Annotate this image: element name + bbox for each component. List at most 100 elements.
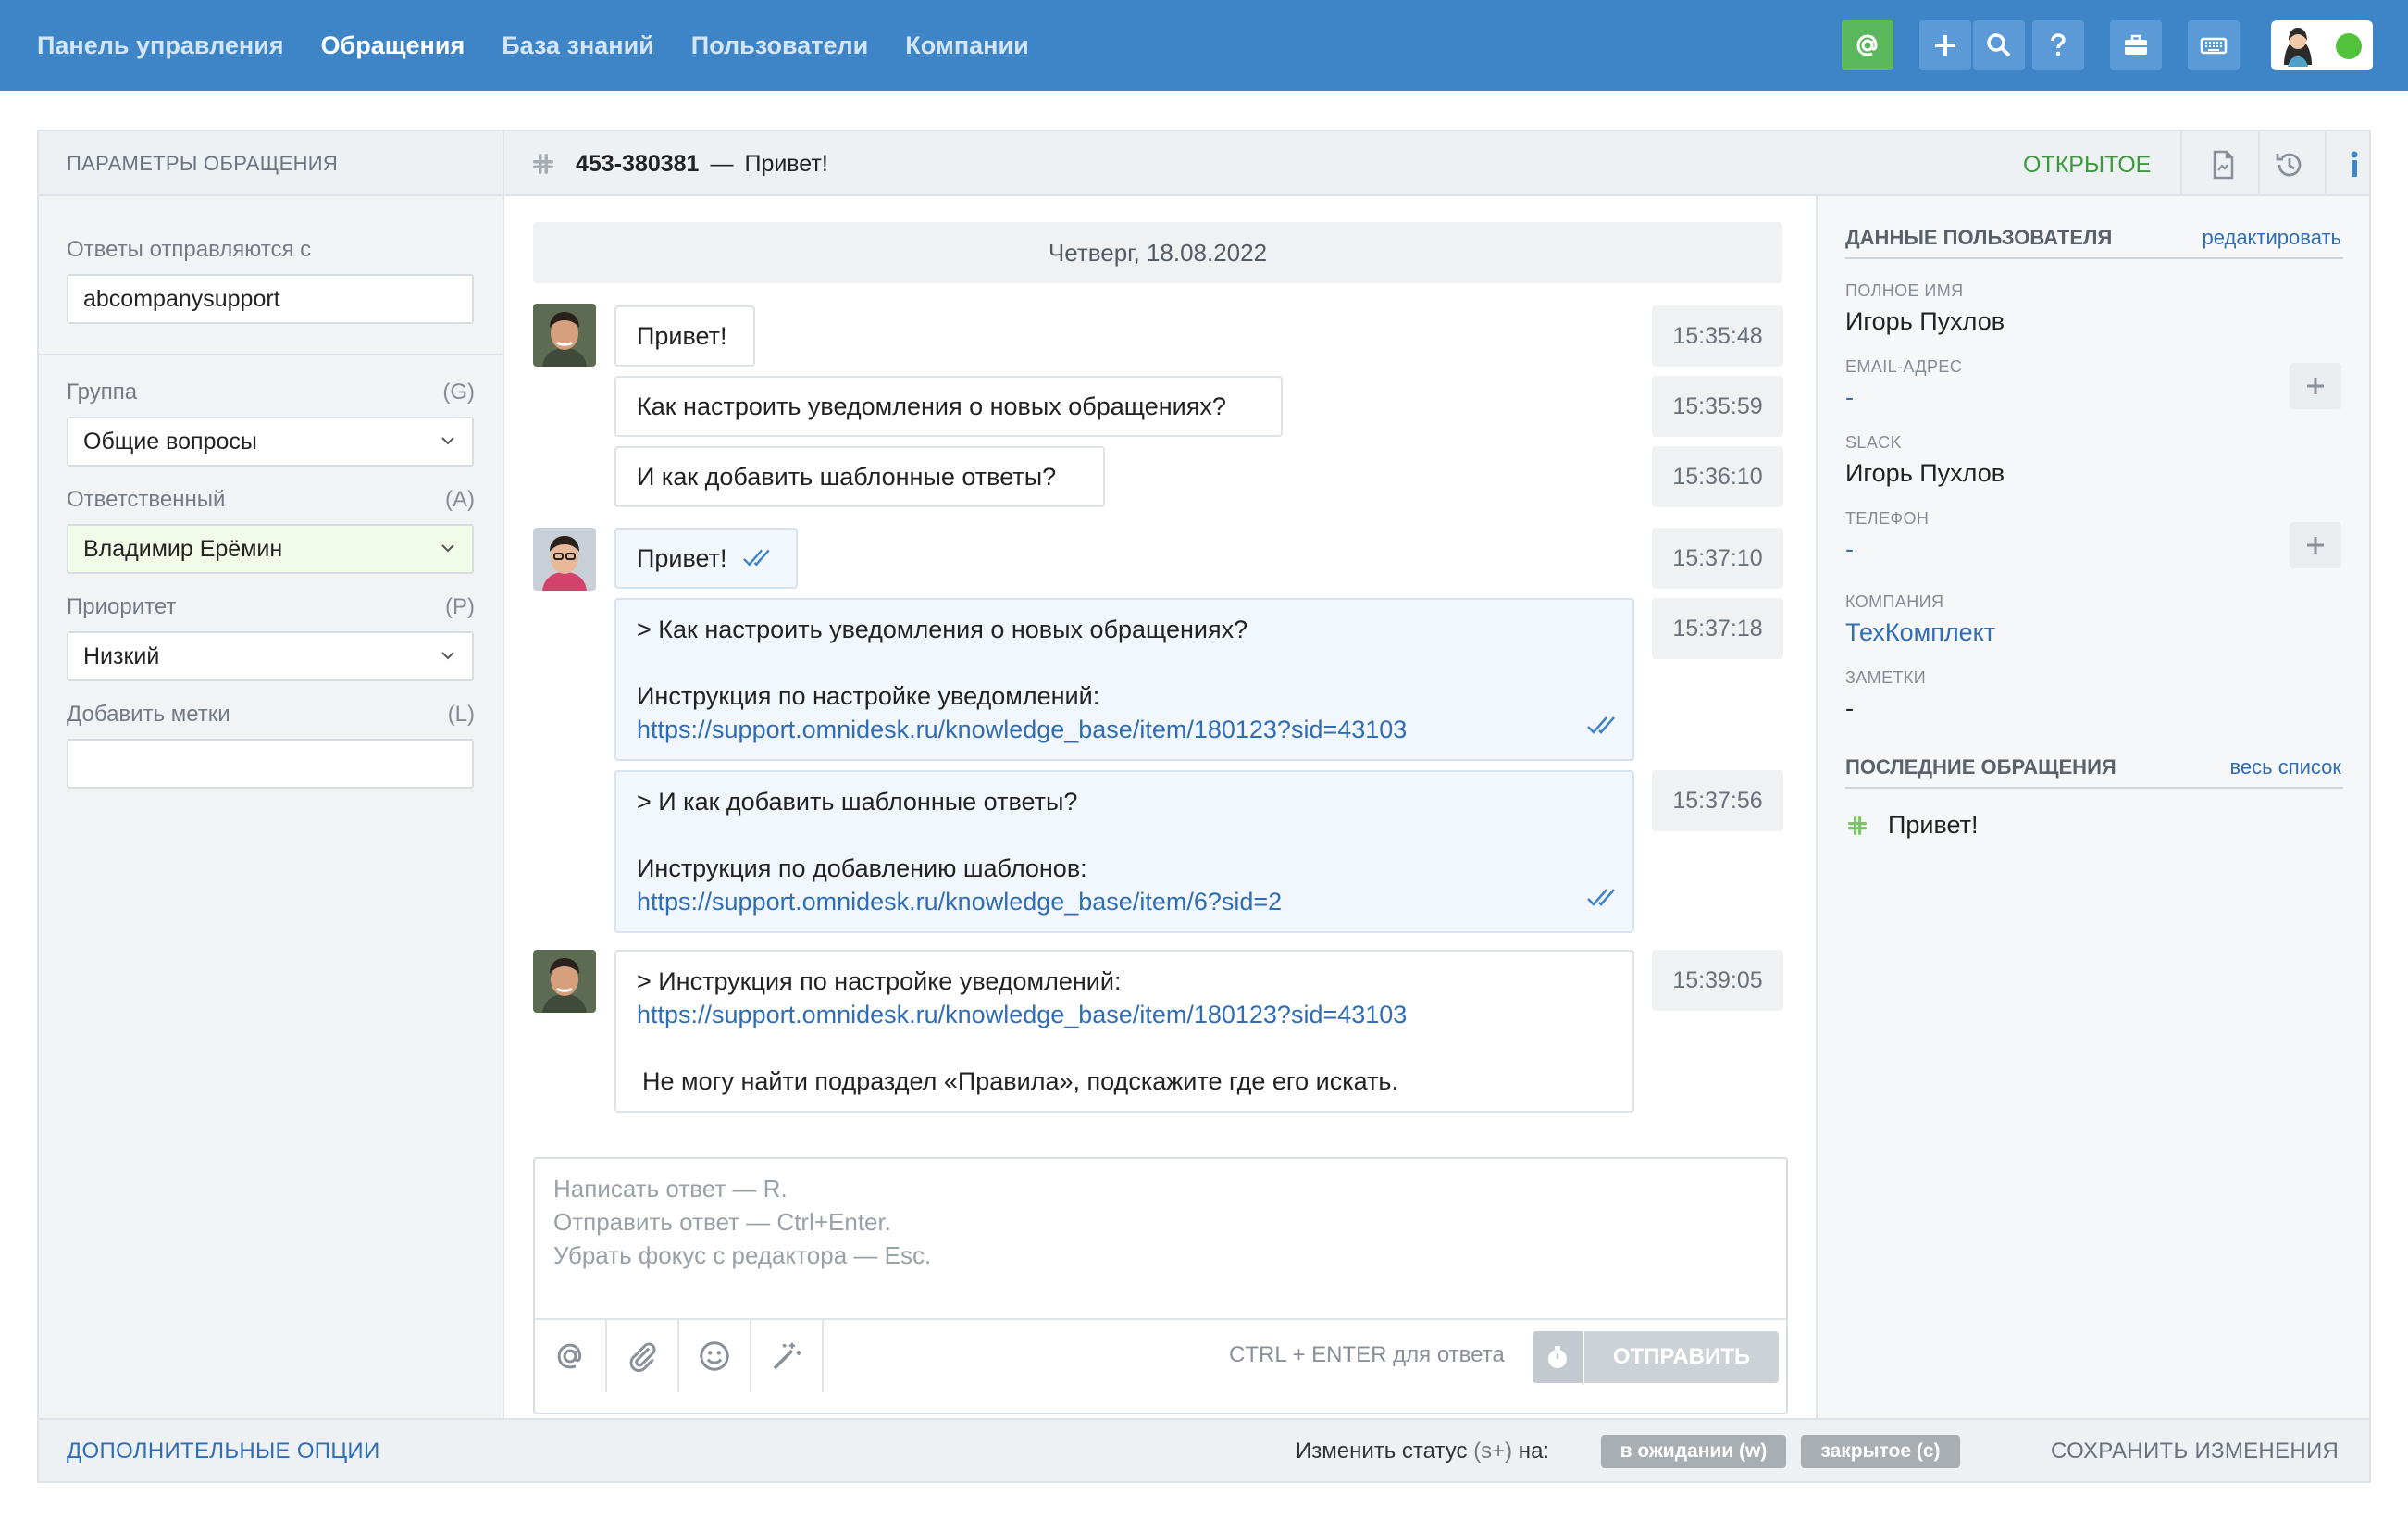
agent-avatar	[533, 528, 596, 591]
kb-link[interactable]: https://support.omnidesk.ru/knowledge_ba…	[637, 998, 1612, 1031]
nav-tickets[interactable]: Обращения	[321, 31, 465, 60]
message-text: Инструкция по настройке уведомлений:	[637, 682, 1100, 710]
nav-companies[interactable]: Компании	[905, 31, 1028, 60]
reply-editor[interactable]: Написать ответ — R. Отправить ответ — Ct…	[533, 1157, 1788, 1414]
magic-wand-icon	[773, 1342, 801, 1370]
kb-link[interactable]: https://support.omnidesk.ru/knowledge_ba…	[637, 713, 1612, 746]
phone-label: ТЕЛЕФОН	[1845, 509, 1930, 528]
message-text: Привет!	[637, 543, 727, 572]
mention-tool-button[interactable]	[535, 1320, 607, 1392]
plus-icon	[2307, 378, 2324, 394]
emoji-button[interactable]	[679, 1320, 751, 1392]
top-navigation-bar: Панель управления Обращения База знаний …	[0, 0, 2408, 91]
status-waiting-button[interactable]: в ожидании (w)	[1601, 1435, 1786, 1468]
priority-value: Низкий	[83, 642, 160, 669]
briefcase-button[interactable]	[2110, 20, 2162, 70]
read-checkmarks-icon	[742, 549, 770, 567]
divider	[1845, 787, 2343, 789]
keyboard-button[interactable]	[2188, 20, 2240, 70]
priority-select[interactable]: Низкий	[67, 631, 474, 681]
message-time: 15:37:56	[1652, 770, 1783, 831]
message-time: 15:35:48	[1652, 305, 1783, 367]
send-shortcut-hint: CTRL + ENTER для ответа	[1229, 1342, 1505, 1367]
chat-message: Как настроить уведомления о новых обраще…	[614, 376, 1283, 437]
slack-value: Игорь Пухлов	[1845, 459, 2005, 487]
notes-label: ЗАМЕТКИ	[1845, 668, 1927, 687]
chat-message: И как добавить шаблонные ответы?	[614, 446, 1105, 507]
email-label: EMAIL-АДРЕС	[1845, 357, 1963, 376]
phone-value[interactable]: -	[1845, 535, 1854, 564]
placeholder-line: Убрать фокус с редактора — Esc.	[553, 1241, 932, 1269]
user-menu[interactable]	[2271, 20, 2373, 70]
mention-button[interactable]	[1842, 20, 1893, 70]
search-button[interactable]	[1973, 20, 2025, 70]
message-text: Как настроить уведомления о новых обраще…	[637, 392, 1226, 420]
divider	[2325, 131, 2327, 194]
priority-shortcut: (P)	[445, 594, 475, 619]
message-time: 15:35:59	[1652, 376, 1783, 437]
tags-label: Добавить метки	[67, 702, 230, 727]
notes-value[interactable]: -	[1845, 694, 1854, 723]
params-title: ПАРАМЕТРЫ ОБРАЩЕНИЯ	[67, 152, 339, 175]
scheduled-send-button[interactable]	[1533, 1331, 1583, 1383]
template-button[interactable]	[751, 1320, 824, 1392]
assignee-select[interactable]: Владимир Ерёмин	[67, 524, 474, 574]
company-link[interactable]: ТехКомплект	[1845, 618, 1995, 647]
question-icon	[2051, 33, 2066, 56]
stopwatch-icon	[1548, 1346, 1567, 1368]
placeholder-line: Отправить ответ — Ctrl+Enter.	[553, 1208, 891, 1236]
chat-message: > Как настроить уведомления о новых обра…	[614, 598, 1634, 761]
save-changes-button[interactable]: СОХРАНИТЬ ИЗМЕНЕНИЯ	[2051, 1439, 2339, 1464]
at-icon	[557, 1343, 582, 1369]
assignee-label: Ответственный	[67, 487, 226, 512]
info-icon[interactable]	[2338, 148, 2371, 181]
edit-user-link[interactable]: редактировать	[2203, 226, 2342, 250]
tags-shortcut: (L)	[447, 702, 475, 727]
email-value[interactable]: -	[1845, 383, 1854, 412]
nav-users[interactable]: Пользователи	[691, 31, 868, 60]
chat-message: > Инструкция по настройке уведомлений: h…	[614, 950, 1634, 1113]
add-email-button[interactable]	[2290, 363, 2341, 409]
user-avatar	[2284, 28, 2312, 67]
slack-icon	[1848, 816, 1867, 835]
priority-label: Приоритет	[67, 594, 177, 619]
message-quote: > Инструкция по настройке уведомлений:	[637, 967, 1122, 995]
search-icon	[1987, 33, 2011, 57]
chat-message: Привет!	[614, 528, 798, 589]
tags-input[interactable]	[67, 739, 474, 789]
history-icon[interactable]	[2273, 148, 2306, 181]
chat-date-divider: Четверг, 18.08.2022	[533, 222, 1782, 283]
all-tickets-link[interactable]: весь список	[2229, 755, 2341, 779]
plus-icon	[1935, 35, 1955, 56]
kb-link[interactable]: https://support.omnidesk.ru/knowledge_ba…	[637, 885, 1612, 918]
more-options-link[interactable]: ДОПОЛНИТЕЛЬНЫЕ ОПЦИИ	[67, 1439, 380, 1464]
document-icon[interactable]	[2206, 148, 2240, 181]
chevron-down-icon	[441, 544, 454, 553]
customer-avatar	[533, 950, 596, 1013]
reply-from-field[interactable]: abcompanysupport	[67, 274, 474, 324]
divider	[2258, 131, 2260, 194]
slack-icon	[533, 154, 553, 174]
add-button[interactable]	[1919, 20, 1971, 70]
chevron-down-icon	[441, 652, 454, 660]
ticket-card: ПАРАМЕТРЫ ОБРАЩЕНИЯ Ответы отправляются …	[37, 130, 2371, 1483]
group-select[interactable]: Общие вопросы	[67, 417, 474, 467]
status-closed-button[interactable]: закрытое (c)	[1801, 1435, 1960, 1468]
nav-knowledge-base[interactable]: База знаний	[502, 31, 654, 60]
add-phone-button[interactable]	[2290, 522, 2341, 568]
group-value: Общие вопросы	[83, 428, 257, 455]
attach-button[interactable]	[607, 1320, 679, 1392]
online-status-dot	[2336, 33, 2362, 59]
smiley-icon	[700, 1341, 729, 1371]
recent-ticket-item[interactable]: Привет!	[1845, 811, 1979, 840]
fullname-label: ПОЛНОЕ ИМЯ	[1845, 281, 1964, 300]
nav-dashboard[interactable]: Панель управления	[37, 31, 284, 60]
change-status-prefix: Изменить статус	[1296, 1439, 1474, 1464]
user-info-panel: ДАННЫЕ ПОЛЬЗОВАТЕЛЯ редактировать ПОЛНОЕ…	[1816, 196, 2369, 1418]
chat-message: > И как добавить шаблонные ответы? Инстр…	[614, 770, 1634, 933]
message-quote: > И как добавить шаблонные ответы?	[637, 788, 1078, 816]
send-button[interactable]: ОТПРАВИТЬ	[1584, 1331, 1779, 1383]
help-button[interactable]	[2032, 20, 2084, 70]
group-shortcut: (G)	[442, 380, 475, 405]
plus-icon	[2307, 537, 2324, 554]
